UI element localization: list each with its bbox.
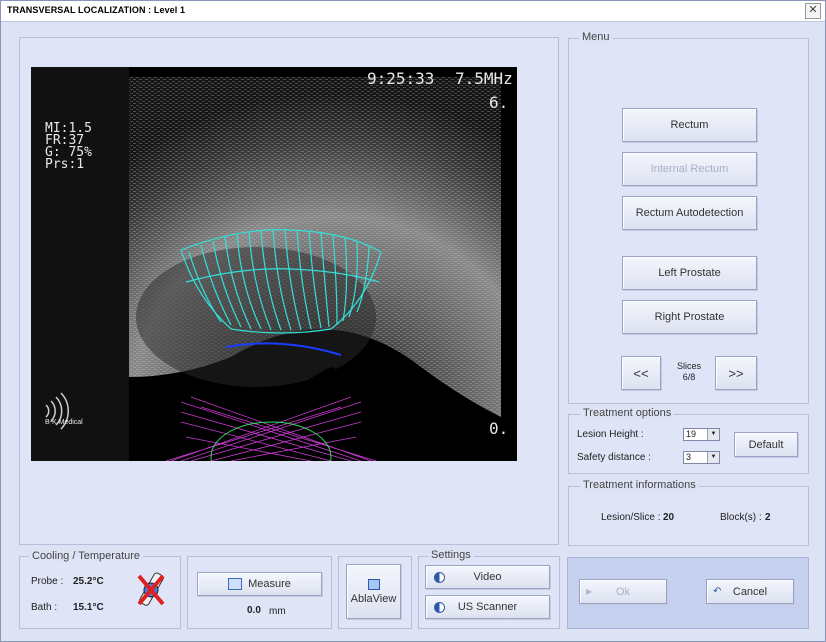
cancel-button[interactable]: ↶ Cancel — [706, 579, 794, 604]
measure-button-label: Measure — [248, 578, 291, 590]
close-button[interactable]: ✕ — [805, 3, 821, 19]
lesion-height-label: Lesion Height : — [577, 429, 644, 440]
lesion-height-select[interactable]: 19 ▼ — [683, 428, 720, 441]
slices-indicator: Slices 6/8 — [667, 361, 711, 383]
blocks-value: 2 — [765, 512, 771, 523]
left-prostate-button[interactable]: Left Prostate — [622, 256, 757, 290]
safety-distance-value: 3 — [686, 452, 692, 462]
us-scanner-button-label: US Scanner — [457, 601, 518, 613]
safety-distance-label: Safety distance : — [577, 452, 651, 463]
ultrasound-canvas — [31, 67, 501, 461]
treatment-options-label: Treatment options — [580, 407, 675, 419]
cancel-button-label: Cancel — [732, 585, 768, 598]
rectum-button[interactable]: Rectum — [622, 108, 757, 142]
ok-button[interactable]: ▶ Ok — [579, 579, 667, 604]
treatment-info-label: Treatment informations — [580, 479, 699, 491]
next-slice-button[interactable]: >> — [715, 356, 757, 390]
ruler-icon — [228, 578, 243, 590]
ok-button-label: Ok — [615, 585, 631, 598]
probe-label: Probe : — [31, 576, 64, 587]
video-button[interactable]: Video — [425, 565, 550, 589]
us-param: Prs:1 — [45, 157, 85, 172]
cooling-disabled-icon — [137, 572, 165, 606]
us-frequency: 7.5MHz — [455, 69, 513, 88]
us-scanner-button[interactable]: US Scanner — [425, 595, 550, 619]
ok-arrow-icon: ▶ — [586, 587, 593, 596]
measure-value: 0.0 — [247, 605, 261, 616]
right-prostate-button[interactable]: Right Prostate — [622, 300, 757, 334]
lesion-slice-value: 20 — [663, 512, 675, 523]
video-icon — [434, 571, 445, 583]
lesion-slice-label: Lesion/Slice : — [601, 512, 661, 523]
us-params: MI:1.5 FR:37 G: 75% Prs:1 — [45, 122, 92, 172]
title-bar: TRANSVERSAL LOCALIZATION : Level 1 ✕ — [1, 1, 825, 22]
slices-label: Slices — [676, 361, 701, 371]
default-button[interactable]: Default — [734, 432, 798, 457]
ablaview-button[interactable]: AblaView — [346, 564, 401, 619]
dropdown-arrow-icon: ▼ — [707, 429, 719, 440]
scanner-icon — [434, 601, 445, 613]
main-window: TRANSVERSAL LOCALIZATION : Level 1 ✕ 9:2… — [0, 0, 826, 642]
us-brand: B-K Medical — [45, 419, 83, 426]
cooling-label: Cooling / Temperature — [29, 550, 144, 562]
lesion-height-value: 19 — [686, 429, 697, 439]
slices-value: 6/8 — [682, 372, 696, 382]
video-button-label: Video — [473, 571, 502, 583]
internal-rectum-button[interactable]: Internal Rectum — [622, 152, 757, 186]
ablaview-icon — [367, 578, 380, 590]
menu-label: Menu — [579, 31, 613, 43]
undo-icon: ↶ — [713, 586, 722, 597]
bath-temperature: 15.1°C — [73, 602, 104, 613]
dropdown-arrow-icon: ▼ — [707, 452, 719, 463]
blocks-label: Block(s) : — [720, 512, 762, 523]
ultrasound-image[interactable]: 9:25:33 7.5MHz 6. 0. MI:1.5 FR:37 G: 75%… — [31, 67, 517, 461]
measure-unit: mm — [269, 606, 286, 617]
ablaview-button-label: AblaView — [350, 592, 397, 605]
bath-label: Bath : — [31, 602, 58, 613]
probe-temperature: 25.2°C — [73, 576, 104, 587]
us-time: 9:25:33 — [367, 69, 435, 88]
rectum-autodetection-button[interactable]: Rectum Autodetection — [622, 196, 757, 230]
us-depth-bottom: 0. — [489, 419, 509, 438]
window-title: TRANSVERSAL LOCALIZATION : Level 1 — [7, 5, 186, 15]
measure-button[interactable]: Measure — [197, 572, 322, 596]
safety-distance-select[interactable]: 3 ▼ — [683, 451, 720, 464]
settings-label: Settings — [428, 549, 474, 561]
us-depth-top: 6. — [489, 93, 509, 112]
previous-slice-button[interactable]: << — [621, 356, 661, 390]
